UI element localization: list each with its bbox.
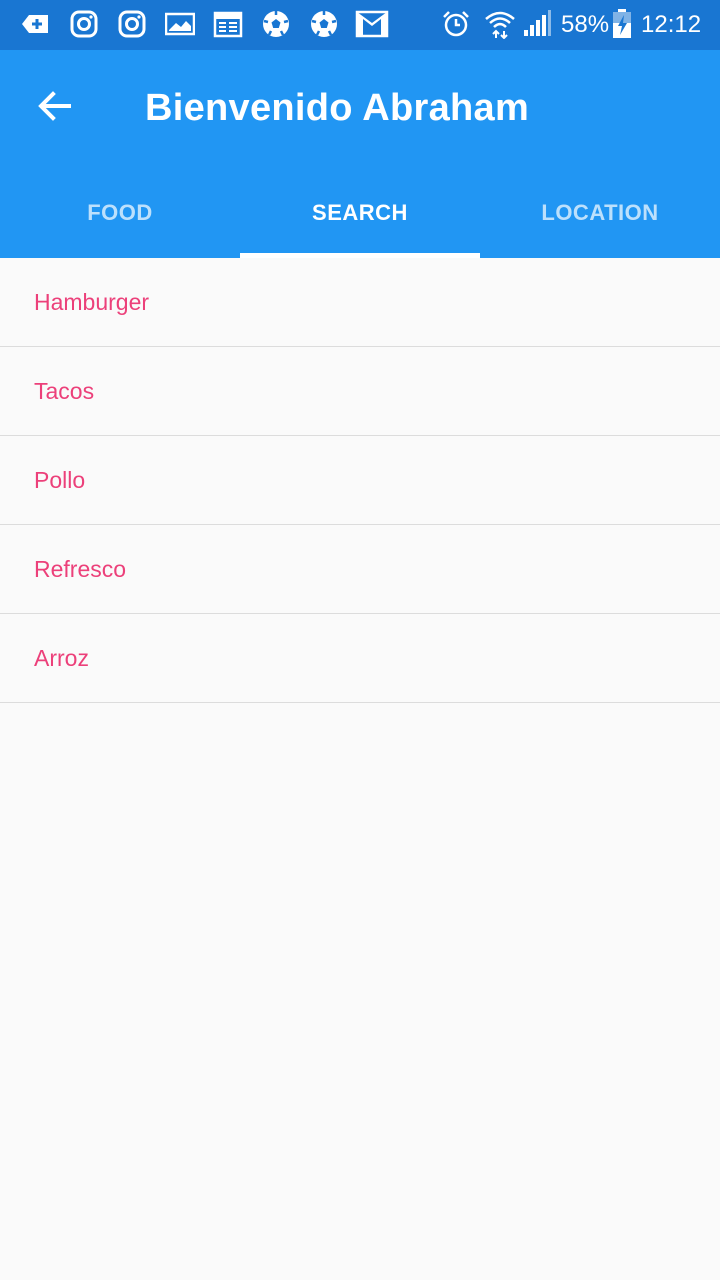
list-item[interactable]: Arroz xyxy=(0,614,720,703)
wifi-icon xyxy=(485,11,515,39)
instagram-icon xyxy=(70,10,98,38)
status-bar: 58% 12:12 xyxy=(0,0,720,50)
image-icon xyxy=(165,12,195,36)
clock: 12:12 xyxy=(641,11,702,38)
app-bar: Bienvenido Abraham FOOD SEARCH LOCATION xyxy=(0,50,720,258)
back-button[interactable] xyxy=(22,82,88,130)
instagram-icon xyxy=(118,10,146,38)
list-item[interactable]: Hamburger xyxy=(0,258,720,347)
battery-charging-icon xyxy=(613,9,631,38)
tab-food[interactable]: FOOD xyxy=(0,168,240,258)
tab-bar: FOOD SEARCH LOCATION xyxy=(0,168,720,258)
soccer-ball-icon xyxy=(311,11,337,37)
soccer-ball-icon xyxy=(263,11,289,37)
page-title: Bienvenido Abraham xyxy=(145,87,530,129)
add-tab-icon xyxy=(22,15,48,33)
food-list: Hamburger Tacos Pollo Refresco Arroz xyxy=(0,258,720,703)
list-item[interactable]: Pollo xyxy=(0,436,720,525)
tab-location[interactable]: LOCATION xyxy=(480,168,720,258)
gmail-icon xyxy=(355,10,389,38)
alarm-icon xyxy=(443,11,469,37)
list-item[interactable]: Refresco xyxy=(0,525,720,614)
signal-icon xyxy=(524,10,551,36)
calendar-icon xyxy=(213,11,243,38)
list-item[interactable]: Tacos xyxy=(0,347,720,436)
arrow-back-icon xyxy=(38,91,71,121)
battery-percent: 58% xyxy=(561,11,610,38)
tab-search[interactable]: SEARCH xyxy=(240,168,480,258)
